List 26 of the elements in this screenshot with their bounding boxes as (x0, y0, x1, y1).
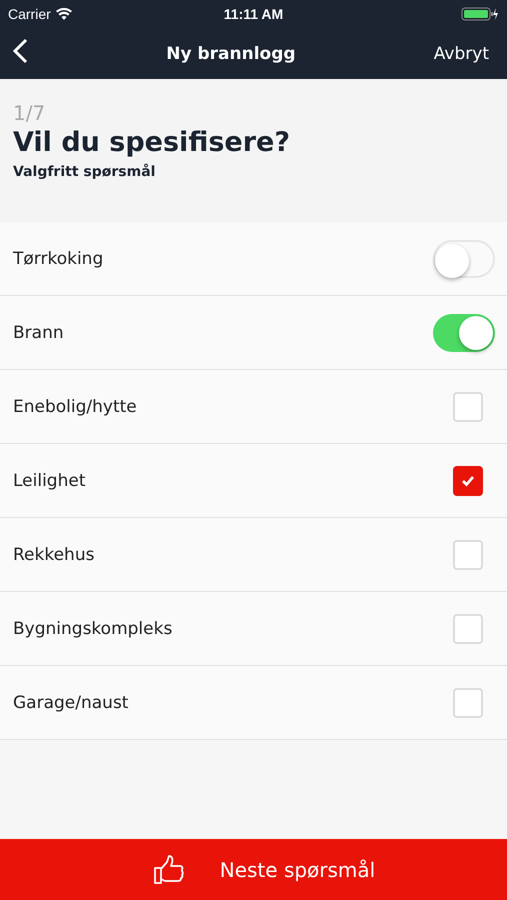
checkbox[interactable] (453, 392, 483, 422)
question-title: Vil du spesifisere? (13, 127, 290, 158)
next-question-button[interactable]: Neste spørsmål (0, 839, 507, 900)
option-label: Rekkehus (13, 544, 94, 564)
option-label: Bygningskompleks (13, 618, 172, 638)
toggle-switch[interactable] (433, 240, 495, 278)
question-hint: Valgfritt spørsmål (13, 164, 156, 180)
screen-title: Ny brannlogg (166, 44, 296, 64)
option-label: Enebolig/hytte (13, 396, 137, 416)
battery-icon (461, 7, 499, 21)
step-counter: 1/7 (13, 101, 46, 125)
option-label: Garage/naust (13, 692, 128, 712)
checkbox[interactable] (453, 466, 483, 496)
checkbox[interactable] (453, 688, 483, 718)
toggle-switch[interactable] (433, 314, 495, 352)
option-label: Leilighet (13, 470, 86, 490)
carrier-label: Carrier (8, 6, 51, 22)
thumbs-up-icon (152, 854, 184, 884)
clock: 11:11 AM (224, 6, 284, 22)
option-label: Brann (13, 322, 64, 342)
checkbox[interactable] (453, 540, 483, 570)
option-label: Tørrkoking (13, 248, 104, 268)
checkmark-icon (461, 474, 475, 486)
cancel-button[interactable]: Avbryt (434, 44, 489, 64)
checkbox[interactable] (453, 614, 483, 644)
wifi-icon (56, 8, 72, 20)
